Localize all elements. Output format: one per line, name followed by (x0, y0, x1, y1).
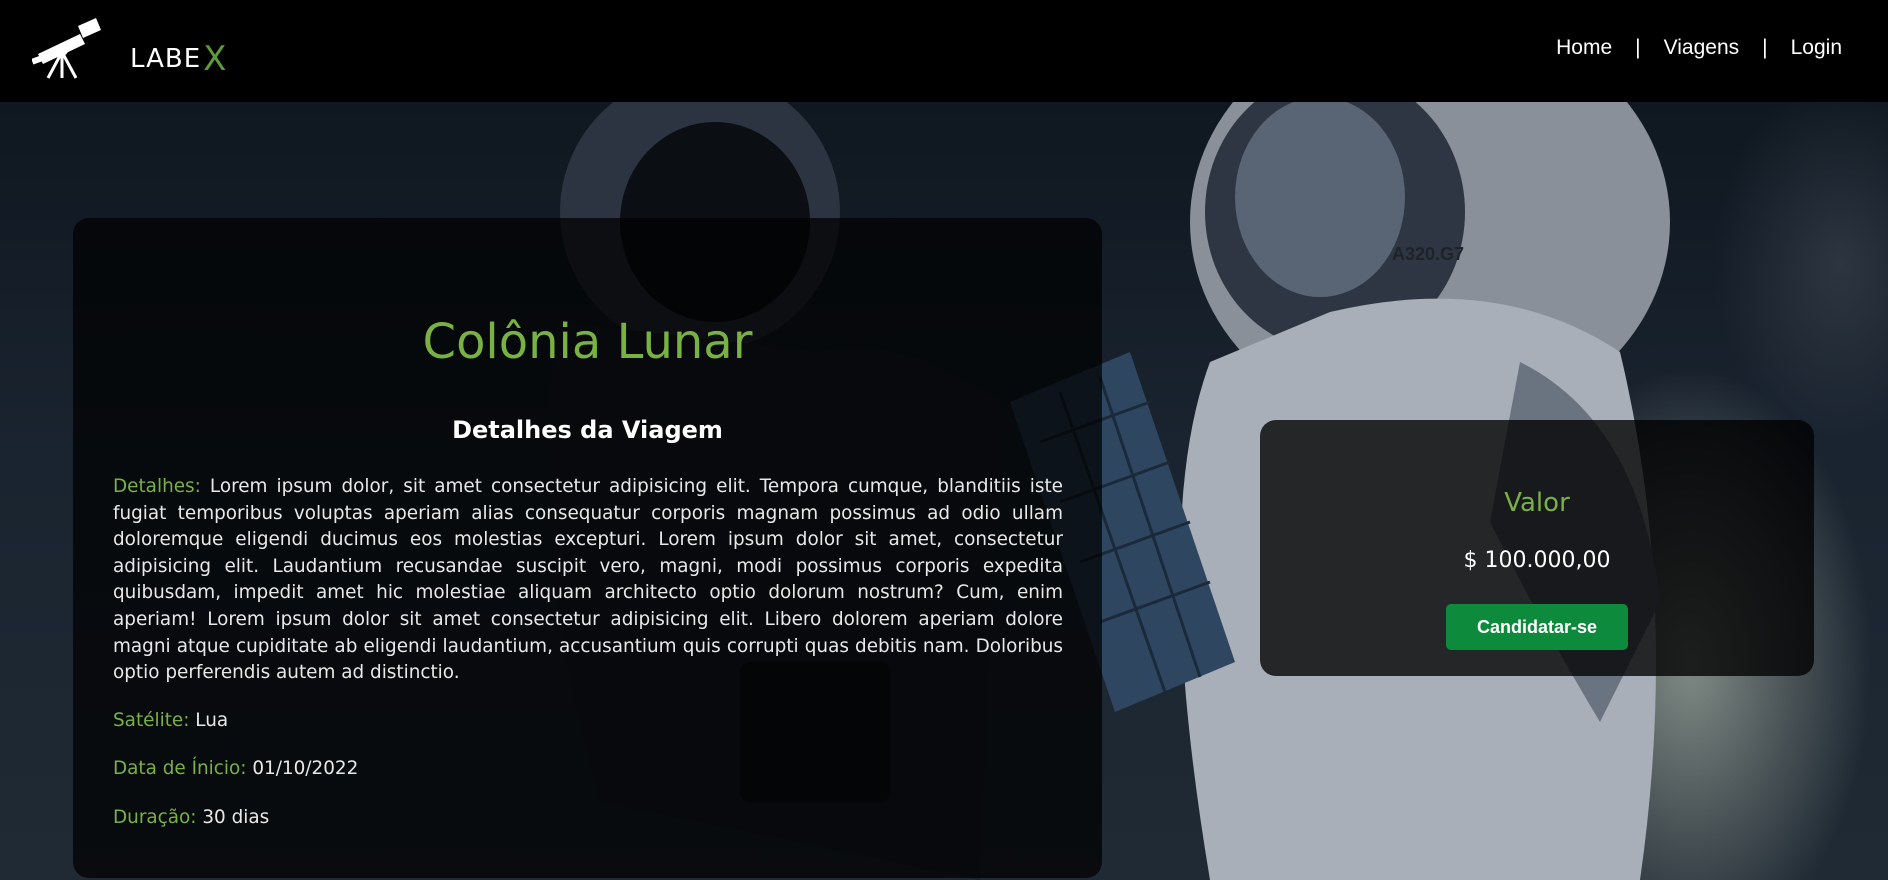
duration-field: Duração: 30 dias (113, 807, 269, 828)
start-date-value: 01/10/2022 (252, 758, 359, 779)
main-nav: Home | Viagens | Login (1556, 36, 1842, 60)
details-heading: Detalhes da Viagem (452, 416, 723, 444)
nav-separator: | (1762, 36, 1768, 59)
trip-description: Detalhes: Lorem ipsum dolor, sit amet co… (113, 474, 1063, 687)
nav-home[interactable]: Home (1556, 36, 1612, 60)
start-date-field: Data de Ínicio: 01/10/2022 (113, 758, 358, 779)
duration-value: 30 dias (202, 807, 270, 828)
trip-details-card: Colônia Lunar Detalhes da Viagem Detalhe… (73, 218, 1102, 878)
nav-viagens[interactable]: Viagens (1664, 36, 1740, 60)
helmet-tag-text: A320.G7 (1392, 244, 1464, 264)
trip-title: Colônia Lunar (422, 314, 753, 370)
satellite-label: Satélite: (113, 710, 190, 731)
apply-button[interactable]: Candidatar-se (1446, 604, 1628, 650)
details-text: Lorem ipsum dolor, sit amet consectetur … (113, 476, 1063, 684)
satellite-field: Satélite: Lua (113, 710, 228, 731)
details-label: Detalhes: (113, 476, 201, 497)
nav-login[interactable]: Login (1791, 36, 1842, 60)
price-card: Valor $ 100.000,00 Candidatar-se (1260, 420, 1814, 676)
satellite-value: Lua (195, 710, 229, 731)
top-nav-bar: LABEX Home | Viagens | Login (0, 0, 1888, 102)
logo-x-mark: X (203, 39, 228, 79)
logo-wordmark: LABE (130, 44, 202, 74)
telescope-icon (31, 18, 101, 79)
price-value: $ 100.000,00 (1463, 548, 1611, 573)
start-date-label: Data de Ínicio: (113, 758, 247, 779)
labex-logo[interactable]: LABEX (31, 16, 226, 80)
logo-text: LABEX (130, 39, 227, 79)
nav-separator: | (1635, 36, 1641, 59)
duration-label: Duração: (113, 807, 197, 828)
price-label: Valor (1504, 488, 1570, 518)
